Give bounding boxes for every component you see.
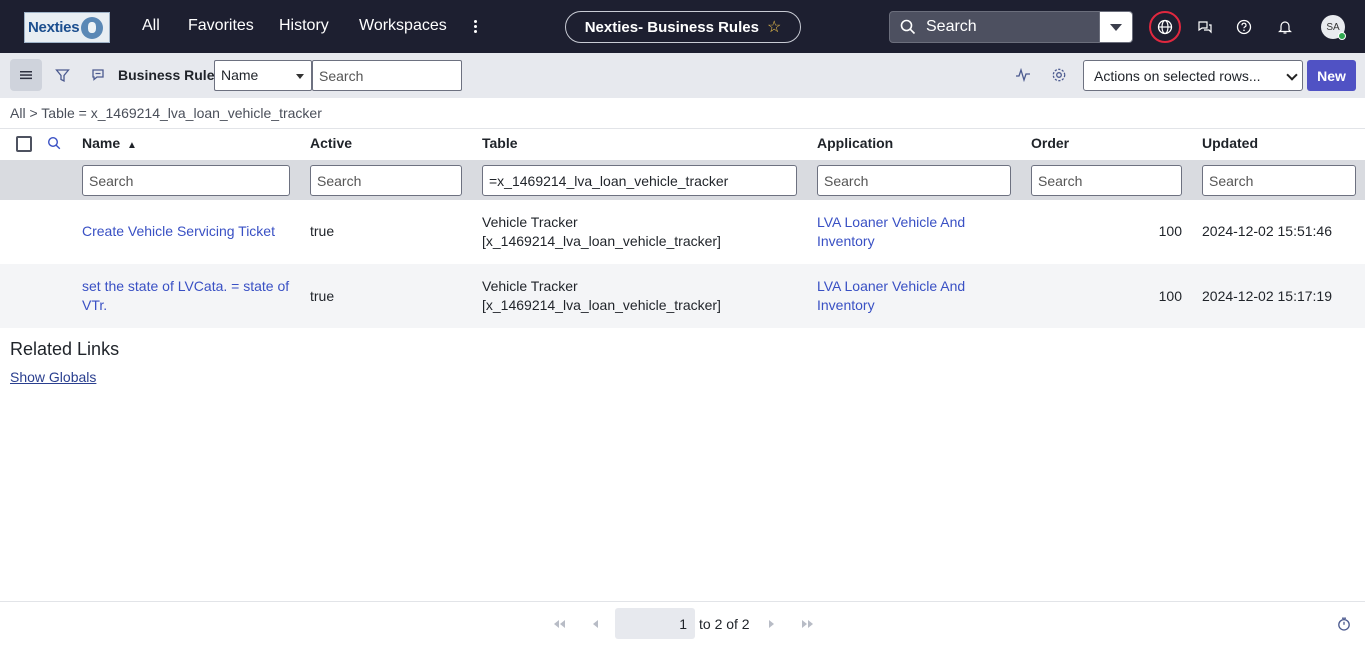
favorite-star-icon[interactable]: ☆: [767, 17, 781, 37]
breadcrumb-filter[interactable]: Table = x_1469214_lva_loan_vehicle_track…: [41, 105, 322, 121]
user-avatar[interactable]: SA: [1321, 15, 1346, 40]
activity-icon[interactable]: [1014, 66, 1032, 84]
filter-icon[interactable]: [53, 66, 71, 84]
row-name-link[interactable]: set the state of LVCata. = state of VTr.: [82, 277, 297, 315]
chevron-down-icon: [296, 74, 304, 79]
page-title-pill[interactable]: Nexties- Business Rules ☆: [565, 11, 801, 43]
next-page-icon[interactable]: [765, 616, 779, 632]
column-header-updated[interactable]: Updated: [1202, 135, 1258, 151]
comment-icon[interactable]: [89, 66, 107, 84]
nav-history[interactable]: History: [279, 17, 329, 35]
column-header-name[interactable]: Name ▲: [82, 135, 137, 151]
nav-workspaces[interactable]: Workspaces: [359, 17, 447, 35]
column-header-order[interactable]: Order: [1031, 135, 1069, 151]
actions-select-value: Actions on selected rows...: [1094, 68, 1261, 84]
filter-table-input[interactable]: =x_1469214_lva_loan_vehicle_tracker: [482, 165, 797, 196]
logo-emblem-icon: [81, 16, 104, 39]
column-header-name-label: Name: [82, 135, 121, 151]
online-status-icon: [1338, 32, 1346, 40]
row-updated-value: 2024-12-02 15:17:19: [1202, 288, 1332, 304]
previous-page-icon[interactable]: [588, 616, 602, 632]
sort-ascending-icon: ▲: [127, 140, 137, 151]
list-search-input[interactable]: Search: [312, 60, 462, 91]
search-icon: [900, 19, 916, 35]
logo-text: Nexties: [28, 19, 80, 36]
hamburger-icon: [20, 71, 32, 80]
breadcrumb-separator: >: [29, 105, 38, 121]
row-application-link[interactable]: LVA Loaner Vehicle And Inventory: [817, 277, 965, 315]
global-search-input[interactable]: Search: [926, 18, 977, 36]
row-table-label: Vehicle Tracker: [482, 278, 578, 294]
row-name-line2: VTr.: [82, 297, 108, 313]
filter-active-input[interactable]: Search: [310, 165, 462, 196]
row-updated-value: 2024-12-02 15:51:46: [1202, 223, 1332, 239]
breadcrumb: All > Table = x_1469214_lva_loan_vehicle…: [10, 105, 322, 121]
row-application-line1: LVA Loaner Vehicle And: [817, 214, 966, 230]
column-header-active[interactable]: Active: [310, 135, 352, 151]
column-header-application[interactable]: Application: [817, 135, 893, 151]
row-active-value: true: [310, 288, 335, 304]
globe-icon[interactable]: [1156, 18, 1174, 36]
nav-favorites[interactable]: Favorites: [188, 17, 254, 35]
filter-name-input[interactable]: Search: [82, 165, 290, 196]
chevron-down-icon: [1110, 23, 1122, 31]
row-table-value: Vehicle Tracker [x_1469214_lva_loan_vehi…: [482, 213, 721, 251]
list-menu-button[interactable]: [10, 59, 42, 91]
actions-select[interactable]: Actions on selected rows...: [1083, 60, 1303, 91]
more-menu-icon[interactable]: [470, 17, 482, 35]
gear-icon[interactable]: [1050, 66, 1068, 84]
chevron-down-icon: [1286, 69, 1298, 81]
bell-icon[interactable]: [1276, 18, 1294, 36]
nav-all[interactable]: All: [142, 17, 160, 35]
avatar-initials: SA: [1326, 21, 1340, 33]
page-title: Nexties- Business Rules: [584, 18, 759, 36]
row-application-line2: Inventory: [817, 233, 875, 249]
global-search[interactable]: Search: [889, 11, 1133, 43]
search-scope-dropdown[interactable]: [1099, 12, 1132, 42]
row-order-value: 100: [1158, 288, 1182, 304]
row-application-line2: Inventory: [817, 297, 875, 313]
pagination-summary: to 2 of 2: [699, 616, 750, 632]
help-icon[interactable]: [1235, 18, 1253, 36]
select-all-checkbox[interactable]: [16, 136, 32, 152]
top-navigation-bar: Nexties All Favorites History Workspaces…: [0, 0, 1365, 53]
row-table-name: [x_1469214_lva_loan_vehicle_tracker]: [482, 233, 721, 249]
page-number-input[interactable]: 1: [615, 608, 695, 639]
row-table-value: Vehicle Tracker [x_1469214_lva_loan_vehi…: [482, 277, 721, 315]
column-search-icon[interactable]: [46, 135, 62, 151]
search-field-select[interactable]: Name: [214, 60, 312, 91]
list-title: Business Rules: [118, 67, 223, 83]
first-page-icon[interactable]: [550, 616, 568, 632]
row-table-name: [x_1469214_lva_loan_vehicle_tracker]: [482, 297, 721, 313]
breadcrumb-all[interactable]: All: [10, 105, 26, 121]
row-application-line1: LVA Loaner Vehicle And: [817, 278, 966, 294]
filter-application-input[interactable]: Search: [817, 165, 1011, 196]
filter-updated-input[interactable]: Search: [1202, 165, 1356, 196]
show-globals-link[interactable]: Show Globals: [10, 369, 96, 385]
row-order-value: 100: [1158, 223, 1182, 239]
related-links-heading: Related Links: [10, 339, 120, 359]
last-page-icon[interactable]: [799, 616, 817, 632]
row-name-link[interactable]: Create Vehicle Servicing Ticket: [82, 222, 275, 241]
column-header-table[interactable]: Table: [482, 135, 518, 151]
search-field-select-value: Name: [221, 67, 259, 83]
chat-icon[interactable]: [1196, 18, 1214, 36]
timer-icon[interactable]: [1336, 616, 1352, 632]
row-table-label: Vehicle Tracker: [482, 214, 578, 230]
row-application-link[interactable]: LVA Loaner Vehicle And Inventory: [817, 213, 965, 251]
company-logo[interactable]: Nexties: [24, 12, 110, 43]
row-active-value: true: [310, 223, 335, 239]
new-button[interactable]: New: [1307, 60, 1356, 91]
row-name-line1: set the state of LVCata. = state of: [82, 278, 290, 294]
table-header: [0, 128, 1365, 160]
filter-order-input[interactable]: Search: [1031, 165, 1182, 196]
